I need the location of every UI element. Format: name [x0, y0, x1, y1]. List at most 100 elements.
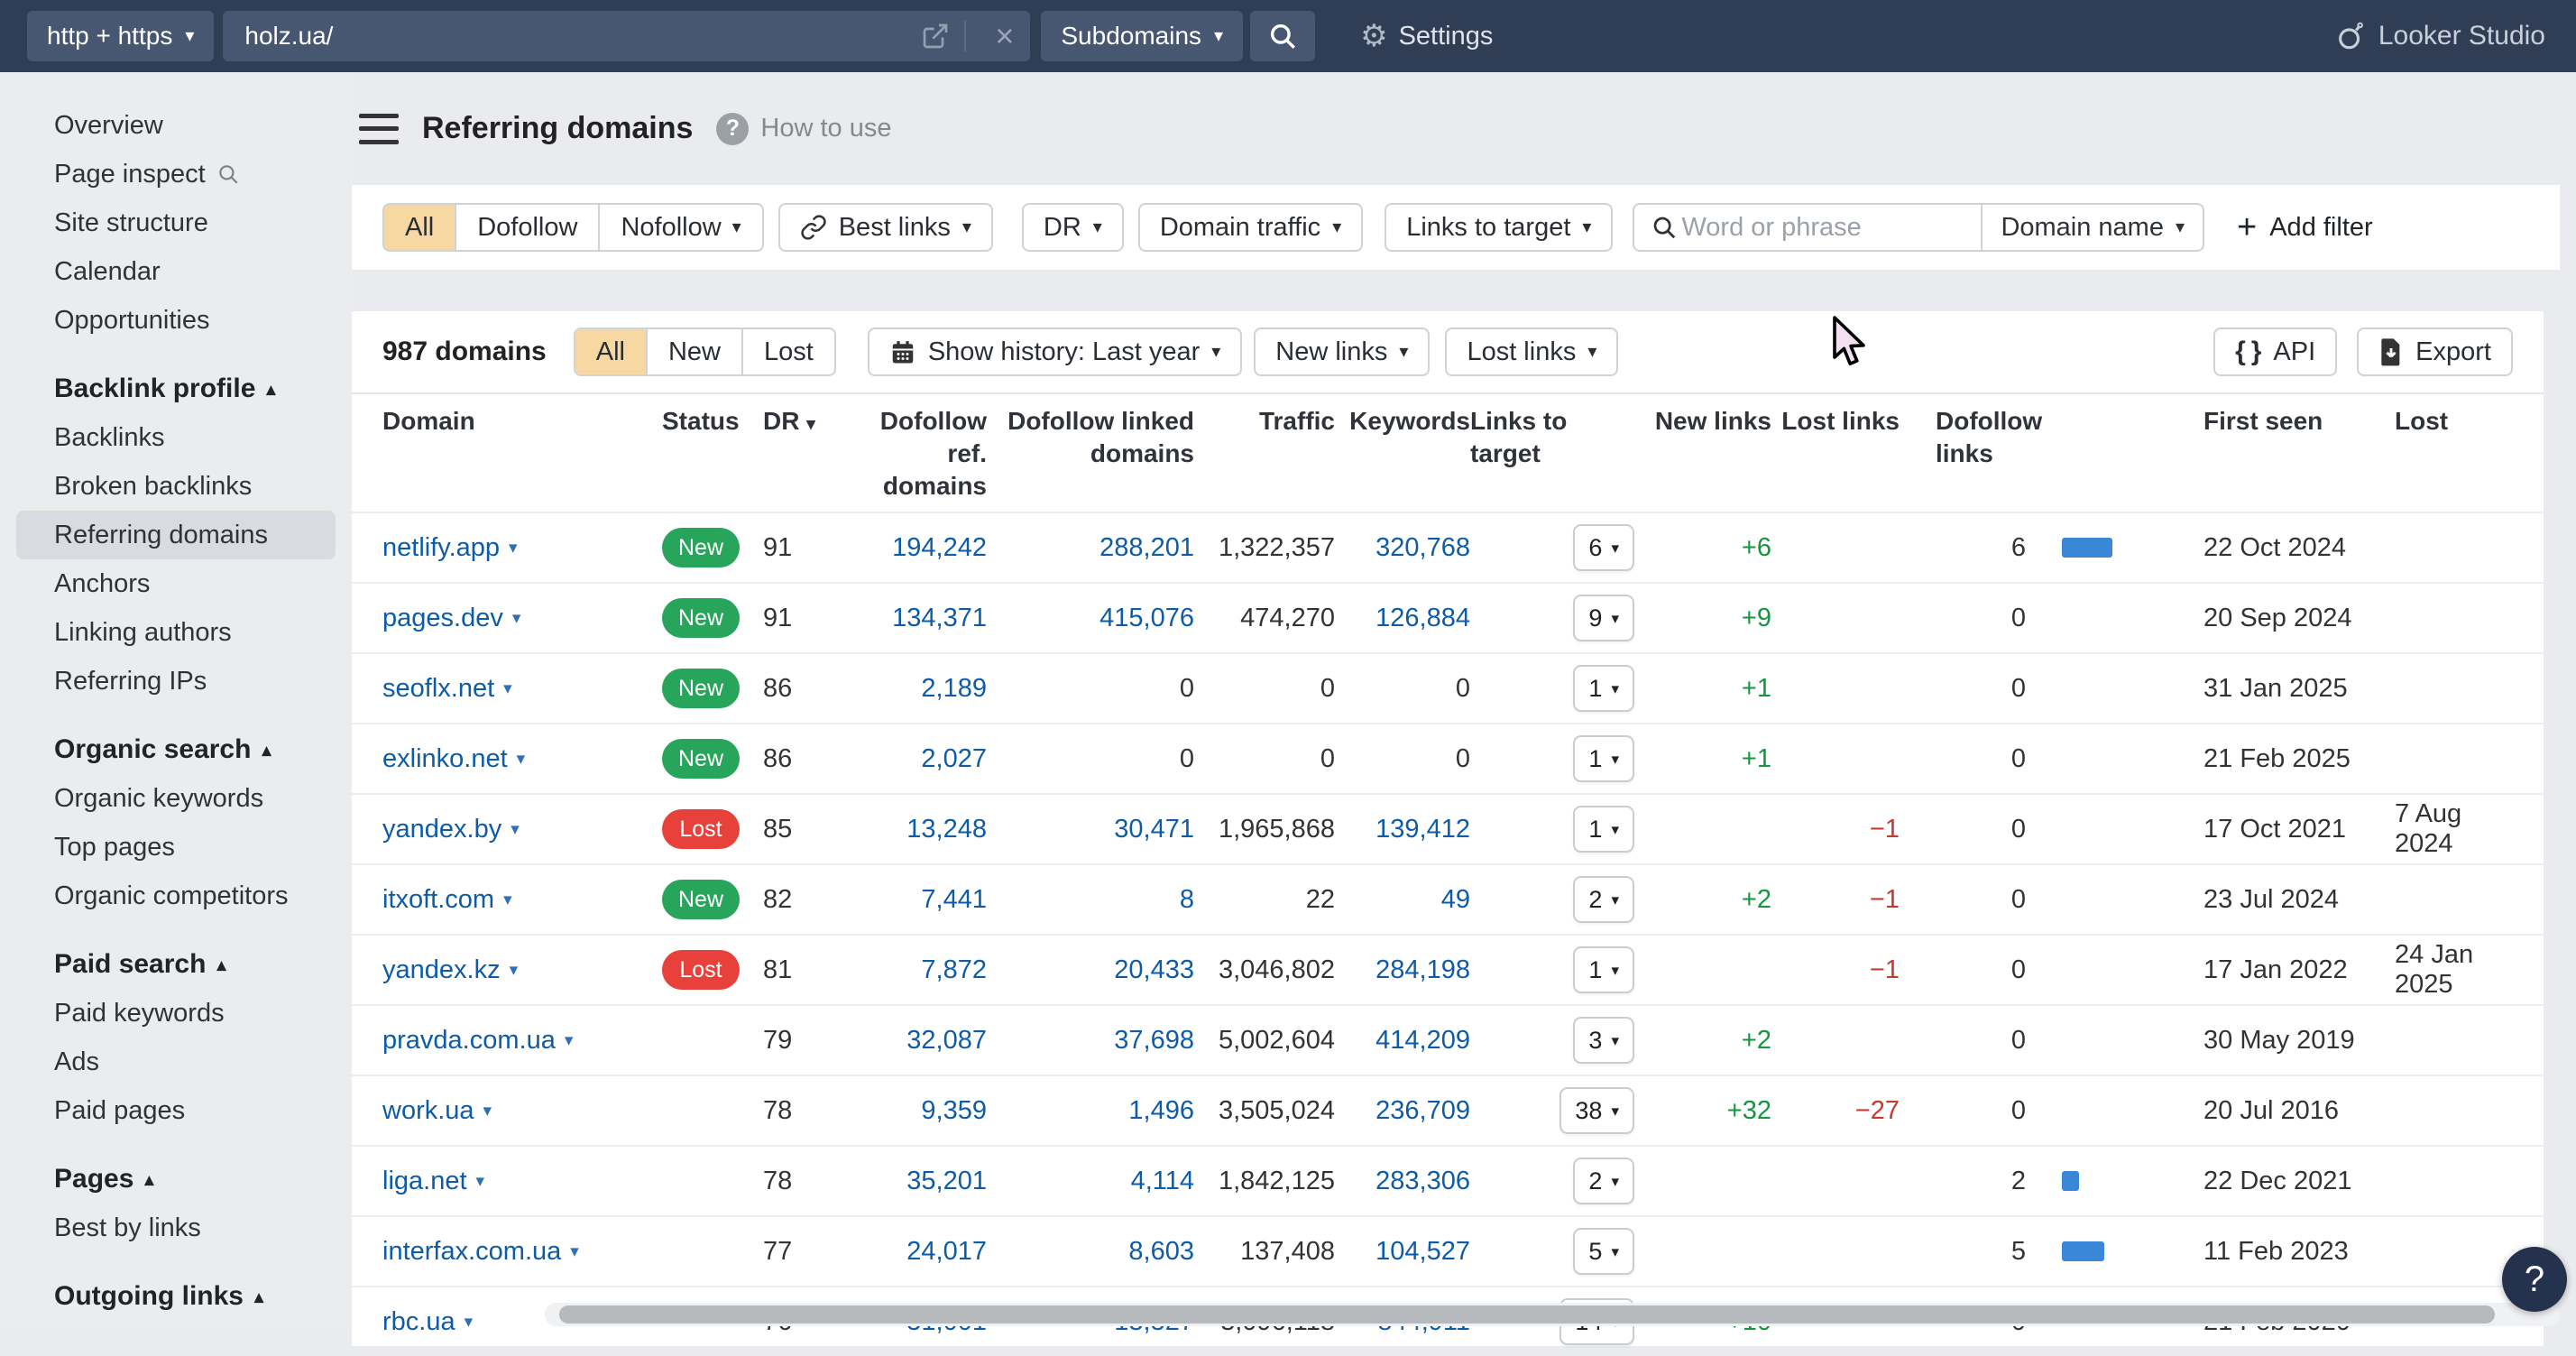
keywords-link[interactable]: 139,412 [1335, 815, 1470, 844]
dofollow-ref-domains-link[interactable]: 9,359 [842, 1096, 987, 1126]
word-or-phrase-input[interactable] [1681, 205, 1981, 250]
chevron-down-icon[interactable]: ▾ [503, 678, 512, 699]
status-lost[interactable]: Lost [741, 329, 834, 374]
lost-links-dropdown[interactable]: Lost links ▾ [1445, 327, 1618, 376]
links-to-target-row-dropdown[interactable]: 38 ▾ [1559, 1087, 1634, 1134]
best-links-dropdown[interactable]: Best links ▾ [778, 203, 993, 252]
sidebar-item[interactable]: Anchors [16, 559, 336, 608]
domain-link[interactable]: interfax.com.ua [382, 1237, 561, 1267]
sidebar-item[interactable]: Page inspect [16, 150, 336, 198]
dofollow-ref-domains-link[interactable]: 7,441 [842, 885, 987, 915]
dofollow-ref-domains-link[interactable]: 7,872 [842, 955, 987, 985]
sidebar-item[interactable]: Backlink profile ▴ [16, 364, 336, 413]
col-dofollow-linked-domains[interactable]: Dofollow linked domains [987, 405, 1194, 470]
keywords-link[interactable]: 283,306 [1335, 1167, 1470, 1196]
dofollow-linked-domains-link[interactable]: 8,603 [987, 1237, 1194, 1267]
sidebar-item[interactable]: Paid keywords [16, 989, 336, 1038]
target-url-input[interactable]: holz.ua/ × [223, 11, 1030, 61]
keywords-link[interactable]: 236,709 [1335, 1096, 1470, 1126]
dofollow-linked-domains-link[interactable]: 20,433 [987, 955, 1194, 985]
protocol-dropdown[interactable]: http + https ▾ [27, 11, 214, 61]
links-to-target-row-dropdown[interactable]: 1 ▾ [1573, 946, 1634, 993]
dofollow-linked-domains-link[interactable]: 37,698 [987, 1026, 1194, 1056]
keywords-link[interactable]: 320,768 [1335, 533, 1470, 563]
col-first-seen[interactable]: First seen [2197, 405, 2381, 438]
sidebar-item[interactable]: Referring domains [16, 511, 336, 559]
how-to-use-link[interactable]: How to use [760, 114, 891, 143]
domain-link[interactable]: itxoft.com [382, 885, 494, 915]
links-to-target-row-dropdown[interactable]: 5 ▾ [1573, 1228, 1634, 1275]
links-to-target-row-dropdown[interactable]: 2 ▾ [1573, 876, 1634, 923]
settings-button[interactable]: ⚙ Settings [1360, 18, 1493, 54]
col-status[interactable]: Status [662, 405, 763, 438]
sidebar-item[interactable]: Ads [16, 1038, 336, 1086]
add-filter-button[interactable]: + Add filter [2237, 210, 2373, 244]
sidebar-item[interactable]: Outgoing links ▴ [16, 1272, 336, 1321]
links-to-target-row-dropdown[interactable]: 3 ▾ [1573, 1017, 1634, 1064]
dofollow-ref-domains-link[interactable]: 24,017 [842, 1237, 987, 1267]
links-to-target-row-dropdown[interactable]: 6 ▾ [1573, 524, 1634, 571]
sidebar-item[interactable]: Linking authors [16, 608, 336, 657]
scope-dropdown[interactable]: Subdomains ▾ [1041, 11, 1243, 61]
col-traffic[interactable]: Traffic [1194, 405, 1335, 438]
dofollow-ref-domains-link[interactable]: 2,027 [842, 744, 987, 774]
keywords-link[interactable]: 104,527 [1335, 1237, 1470, 1267]
chevron-down-icon[interactable]: ▾ [512, 608, 521, 629]
domain-link[interactable]: seoflx.net [382, 674, 494, 704]
domain-traffic-filter-dropdown[interactable]: Domain traffic ▾ [1138, 203, 1363, 252]
status-new[interactable]: New [646, 329, 741, 374]
search-scope-dropdown[interactable]: Domain name ▾ [1981, 205, 2203, 250]
search-button[interactable] [1250, 11, 1315, 61]
domain-link[interactable]: yandex.kz [382, 955, 501, 985]
links-to-target-row-dropdown[interactable]: 1 ▾ [1573, 806, 1634, 853]
sidebar-item[interactable]: Best by links [16, 1204, 336, 1252]
status-all[interactable]: All [575, 329, 646, 374]
dofollow-linked-domains-link[interactable]: 0 [987, 744, 1194, 774]
export-button[interactable]: Export [2357, 327, 2513, 376]
keywords-link[interactable]: 0 [1335, 744, 1470, 774]
sidebar-item[interactable]: Paid search ▴ [16, 940, 336, 989]
col-lost-links[interactable]: Lost links [1771, 405, 1900, 438]
links-to-target-row-dropdown[interactable]: 1 ▾ [1573, 735, 1634, 782]
sidebar-item[interactable]: Overview [16, 101, 336, 150]
sidebar-item[interactable]: Broken backlinks [16, 462, 336, 511]
chevron-down-icon[interactable]: ▾ [509, 538, 518, 558]
links-to-target-filter-dropdown[interactable]: Links to target ▾ [1385, 203, 1613, 252]
domain-link[interactable]: liga.net [382, 1167, 467, 1196]
chevron-down-icon[interactable]: ▾ [511, 819, 520, 840]
keywords-link[interactable]: 284,198 [1335, 955, 1470, 985]
domain-link[interactable]: netlify.app [382, 533, 500, 563]
dofollow-ref-domains-link[interactable]: 13,248 [842, 815, 987, 844]
col-new-links[interactable]: New links [1643, 405, 1771, 438]
dofollow-linked-domains-link[interactable]: 288,201 [987, 533, 1194, 563]
keywords-link[interactable]: 49 [1335, 885, 1470, 915]
sidebar-item[interactable]: Paid pages [16, 1086, 336, 1135]
sidebar-item[interactable]: Top pages [16, 823, 336, 872]
keywords-link[interactable]: 0 [1335, 674, 1470, 704]
sidebar-item[interactable]: Calendar [16, 247, 336, 296]
chevron-down-icon[interactable]: ▾ [483, 1101, 492, 1121]
col-dofollow-links[interactable]: Dofollow links [1900, 405, 2197, 470]
api-button[interactable]: { } API [2213, 327, 2337, 376]
filter-dofollow[interactable]: Dofollow [455, 205, 598, 250]
keywords-link[interactable]: 414,209 [1335, 1026, 1470, 1056]
dofollow-linked-domains-link[interactable]: 8 [987, 885, 1194, 915]
filter-nofollow[interactable]: Nofollow ▾ [598, 205, 761, 250]
sidebar-item[interactable]: Pages ▴ [16, 1155, 336, 1204]
chevron-down-icon[interactable]: ▾ [565, 1030, 574, 1051]
domain-link[interactable]: pages.dev [382, 604, 503, 633]
sidebar-item[interactable]: Organic keywords [16, 774, 336, 823]
col-keywords[interactable]: Keywords [1335, 405, 1470, 438]
dofollow-linked-domains-link[interactable]: 0 [987, 674, 1194, 704]
col-dofollow-ref-domains[interactable]: Dofollow ref. domains [842, 405, 987, 503]
domain-link[interactable]: rbc.ua [382, 1307, 455, 1337]
links-to-target-row-dropdown[interactable]: 2 ▾ [1573, 1158, 1634, 1204]
external-link-icon[interactable] [921, 22, 950, 51]
domain-link[interactable]: exlinko.net [382, 744, 508, 774]
dofollow-ref-domains-link[interactable]: 2,189 [842, 674, 987, 704]
sidebar-item[interactable]: Site structure [16, 198, 336, 247]
sidebar-item[interactable]: Linked domains [16, 1321, 336, 1328]
dofollow-ref-domains-link[interactable]: 35,201 [842, 1167, 987, 1196]
keywords-link[interactable]: 126,884 [1335, 604, 1470, 633]
sidebar-item[interactable]: Organic search ▴ [16, 725, 336, 774]
